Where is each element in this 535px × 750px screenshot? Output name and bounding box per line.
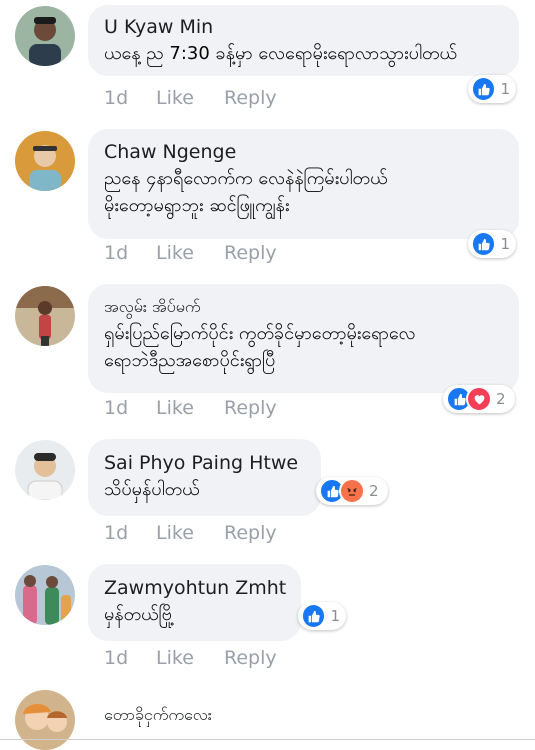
comment-actions: 1d Like Reply xyxy=(104,242,277,264)
reply-button[interactable]: Reply xyxy=(224,647,277,669)
avatar[interactable] xyxy=(15,6,75,66)
like-button[interactable]: Like xyxy=(156,87,224,109)
comment-text: ရှမ်းပြည်မြောက်ပိုင်း ကွတ်ခိုင်မှာတော့မိ… xyxy=(104,323,416,344)
reply-button[interactable]: Reply xyxy=(224,87,277,109)
comment-author[interactable]: တောခိုငှက်ကလေး xyxy=(104,702,252,728)
reaction-count: 1 xyxy=(500,235,510,253)
like-button[interactable]: Like xyxy=(156,647,224,669)
avatar[interactable] xyxy=(15,565,75,625)
comment-actions: 1d Like Reply xyxy=(104,522,277,544)
comment-bubble: Sai Phyo Paing Htwe သိပ်မှန်ပါတယ် xyxy=(88,439,321,516)
reaction-count: 2 xyxy=(369,482,379,500)
reply-button[interactable]: Reply xyxy=(224,522,277,544)
reactions-summary[interactable]: 1 xyxy=(468,230,516,258)
comment-author[interactable]: U Kyaw Min xyxy=(104,14,503,40)
angry-reaction-icon xyxy=(339,478,365,504)
comment-bubble: အလွမ်း အိပ်မက် ရှမ်းပြည်မြောက်ပိုင်း ကွတ… xyxy=(88,284,519,393)
bottom-divider xyxy=(0,739,535,740)
comment-author[interactable]: Sai Phyo Paing Htwe xyxy=(104,450,305,476)
comment-actions: 1d Like Reply xyxy=(104,87,277,109)
like-reaction-icon xyxy=(471,231,497,257)
reply-button[interactable]: Reply xyxy=(224,397,277,419)
comment-bubble: U Kyaw Min ယနေ့ ည 7:30 ခန့်မှာ လေရောမိုး… xyxy=(88,5,519,76)
reactions-summary[interactable]: 2 xyxy=(316,477,388,505)
comment-author[interactable]: Zawmyohtun Zmht xyxy=(104,575,286,601)
comment-text: ရောဘဲဒီညအစောပိုင်းရွာပြီ xyxy=(104,350,276,371)
comment-text: ယနေ့ ည 7:30 ခန့်မှာ လေရောမိုးရောလာသွားပါ… xyxy=(104,43,457,64)
comment-timestamp[interactable]: 1d xyxy=(104,397,156,419)
reaction-count: 2 xyxy=(496,390,506,408)
reply-button[interactable]: Reply xyxy=(224,242,277,264)
reactions-summary[interactable]: 1 xyxy=(298,602,346,630)
comment-text: မှန်တယ်ဗြို့ xyxy=(104,604,175,625)
comment-author[interactable]: အလွမ်း အိပ်မက် xyxy=(104,294,503,320)
comment-timestamp[interactable]: 1d xyxy=(104,87,156,109)
comment-actions: 1d Like Reply xyxy=(104,647,277,669)
reactions-summary[interactable]: 1 xyxy=(468,75,516,103)
comment-bubble: Chaw Ngenge ညနေ ၄နာရီလောက်က လေနဲနဲကြမ်းပ… xyxy=(88,129,519,239)
reaction-count: 1 xyxy=(500,80,510,98)
reactions-summary[interactable]: 2 xyxy=(443,385,515,413)
like-reaction-icon xyxy=(471,76,497,102)
like-button[interactable]: Like xyxy=(156,522,224,544)
comment-text: သိပ်မှန်ပါတယ် xyxy=(104,479,200,500)
reaction-count: 1 xyxy=(330,607,340,625)
avatar[interactable] xyxy=(15,690,75,750)
avatar[interactable] xyxy=(15,286,75,346)
avatar[interactable] xyxy=(15,440,75,500)
like-reaction-icon xyxy=(301,603,327,629)
like-button[interactable]: Like xyxy=(156,242,224,264)
comment-timestamp[interactable]: 1d xyxy=(104,647,156,669)
comment-author[interactable]: Chaw Ngenge xyxy=(104,139,503,165)
comment-bubble: Zawmyohtun Zmht မှန်တယ်ဗြို့ xyxy=(88,564,301,641)
avatar[interactable] xyxy=(15,131,75,191)
comment-text: ညနေ ၄နာရီလောက်က လေနဲနဲကြမ်းပါတယ် xyxy=(104,168,388,189)
comment-timestamp[interactable]: 1d xyxy=(104,242,156,264)
like-button[interactable]: Like xyxy=(156,397,224,419)
comment-timestamp[interactable]: 1d xyxy=(104,522,156,544)
comment-text: မိုးတော့မရွာဘူး ဆင်ဖြူကျွန်း xyxy=(104,195,290,216)
comment-bubble: တောခိုငှက်ကလေး xyxy=(88,690,268,750)
comment-actions: 1d Like Reply xyxy=(104,397,277,419)
love-reaction-icon xyxy=(466,386,492,412)
